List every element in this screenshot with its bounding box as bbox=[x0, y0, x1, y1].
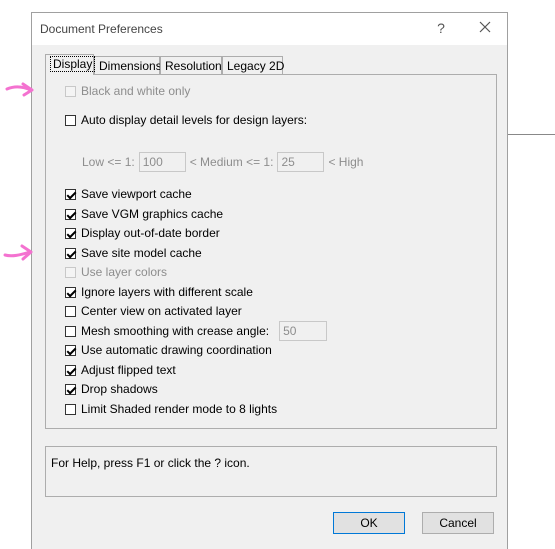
option-save-vgm-cache[interactable]: Save VGM graphics cache bbox=[65, 206, 223, 222]
use-layer-colors-checkbox[interactable] bbox=[65, 266, 76, 278]
auto-detail-label: Auto display detail levels for design la… bbox=[81, 113, 308, 127]
center-view-checkbox[interactable] bbox=[65, 305, 76, 317]
option-mesh-smoothing[interactable]: Mesh smoothing with crease angle: 50 bbox=[65, 321, 328, 341]
adjust-flipped-text-checkbox[interactable] bbox=[65, 364, 76, 376]
title-bar: Document Preferences ? bbox=[32, 13, 507, 45]
limit-shaded-label: Limit Shaded render mode to 8 lights bbox=[81, 402, 278, 416]
low-value-input[interactable]: 100 bbox=[138, 152, 186, 172]
limit-shaded-checkbox[interactable] bbox=[65, 403, 76, 415]
help-text-box: For Help, press F1 or click the ? icon. bbox=[45, 446, 497, 497]
ignore-layers-scale-checkbox[interactable] bbox=[65, 286, 76, 298]
ignore-layers-scale-label: Ignore layers with different scale bbox=[81, 285, 253, 299]
out-of-date-border-checkbox[interactable] bbox=[65, 227, 76, 239]
auto-drawing-coord-label: Use automatic drawing coordination bbox=[81, 343, 272, 357]
low-label: Low <= 1: bbox=[82, 155, 135, 169]
save-site-model-cache-label: Save site model cache bbox=[81, 246, 202, 260]
mesh-angle-input[interactable]: 50 bbox=[279, 321, 328, 341]
tab-dimensions[interactable]: Dimensions bbox=[94, 56, 162, 74]
help-button[interactable]: ? bbox=[430, 17, 452, 39]
annotation-arrow-icon bbox=[5, 82, 34, 97]
mesh-smoothing-checkbox[interactable] bbox=[65, 325, 76, 337]
high-label: < High bbox=[328, 155, 364, 169]
auto-drawing-coord-checkbox[interactable] bbox=[65, 344, 76, 356]
annotation-arrow-icon bbox=[3, 244, 33, 261]
option-drop-shadows[interactable]: Drop shadows bbox=[65, 381, 158, 397]
option-save-site-model-cache[interactable]: Save site model cache bbox=[65, 245, 202, 261]
display-tab-panel: Black and white only Auto display detail… bbox=[45, 74, 497, 429]
option-black-white[interactable]: Black and white only bbox=[65, 83, 190, 99]
adjust-flipped-text-label: Adjust flipped text bbox=[81, 363, 176, 377]
save-site-model-cache-checkbox[interactable] bbox=[65, 247, 76, 259]
tab-legacy-2d[interactable]: Legacy 2D bbox=[222, 56, 284, 74]
save-viewport-cache-checkbox[interactable] bbox=[65, 188, 76, 200]
drop-shadows-checkbox[interactable] bbox=[65, 383, 76, 395]
use-layer-colors-label: Use layer colors bbox=[81, 265, 168, 279]
option-out-of-date-border[interactable]: Display out-of-date border bbox=[65, 225, 220, 241]
option-center-view[interactable]: Center view on activated layer bbox=[65, 303, 242, 319]
background-line bbox=[508, 134, 555, 135]
tab-display[interactable]: Display bbox=[45, 54, 96, 75]
close-icon bbox=[479, 21, 491, 33]
medium-value-input[interactable]: 25 bbox=[277, 152, 325, 172]
drop-shadows-label: Drop shadows bbox=[81, 382, 158, 396]
option-adjust-flipped-text[interactable]: Adjust flipped text bbox=[65, 362, 176, 378]
save-viewport-cache-label: Save viewport cache bbox=[81, 187, 192, 201]
tab-resolution[interactable]: Resolution bbox=[160, 56, 222, 74]
help-text: For Help, press F1 or click the ? icon. bbox=[51, 456, 250, 470]
center-view-label: Center view on activated layer bbox=[81, 304, 242, 318]
auto-detail-checkbox[interactable] bbox=[65, 114, 76, 126]
dialog-title: Document Preferences bbox=[40, 22, 163, 36]
detail-levels-row: Low <= 1: 100 < Medium <= 1: 25 < High bbox=[82, 152, 363, 172]
option-limit-shaded[interactable]: Limit Shaded render mode to 8 lights bbox=[65, 401, 277, 417]
document-preferences-dialog: Document Preferences ? Display Dimension… bbox=[31, 12, 508, 549]
tab-display-label: Display bbox=[50, 56, 96, 72]
cancel-button[interactable]: Cancel bbox=[422, 512, 494, 534]
save-vgm-cache-label: Save VGM graphics cache bbox=[81, 207, 224, 221]
save-vgm-cache-checkbox[interactable] bbox=[65, 208, 76, 220]
mesh-smoothing-label: Mesh smoothing with crease angle: bbox=[81, 324, 270, 338]
option-auto-drawing-coord[interactable]: Use automatic drawing coordination bbox=[65, 342, 272, 358]
option-use-layer-colors[interactable]: Use layer colors bbox=[65, 264, 167, 280]
option-ignore-layers-scale[interactable]: Ignore layers with different scale bbox=[65, 284, 253, 300]
medium-label: < Medium <= 1: bbox=[189, 155, 274, 169]
option-save-viewport-cache[interactable]: Save viewport cache bbox=[65, 186, 192, 202]
out-of-date-border-label: Display out-of-date border bbox=[81, 226, 220, 240]
option-auto-detail[interactable]: Auto display detail levels for design la… bbox=[65, 112, 307, 128]
ok-button[interactable]: OK bbox=[333, 512, 405, 534]
black-white-label: Black and white only bbox=[81, 84, 191, 98]
black-white-checkbox[interactable] bbox=[65, 85, 76, 97]
close-button[interactable] bbox=[474, 17, 496, 39]
